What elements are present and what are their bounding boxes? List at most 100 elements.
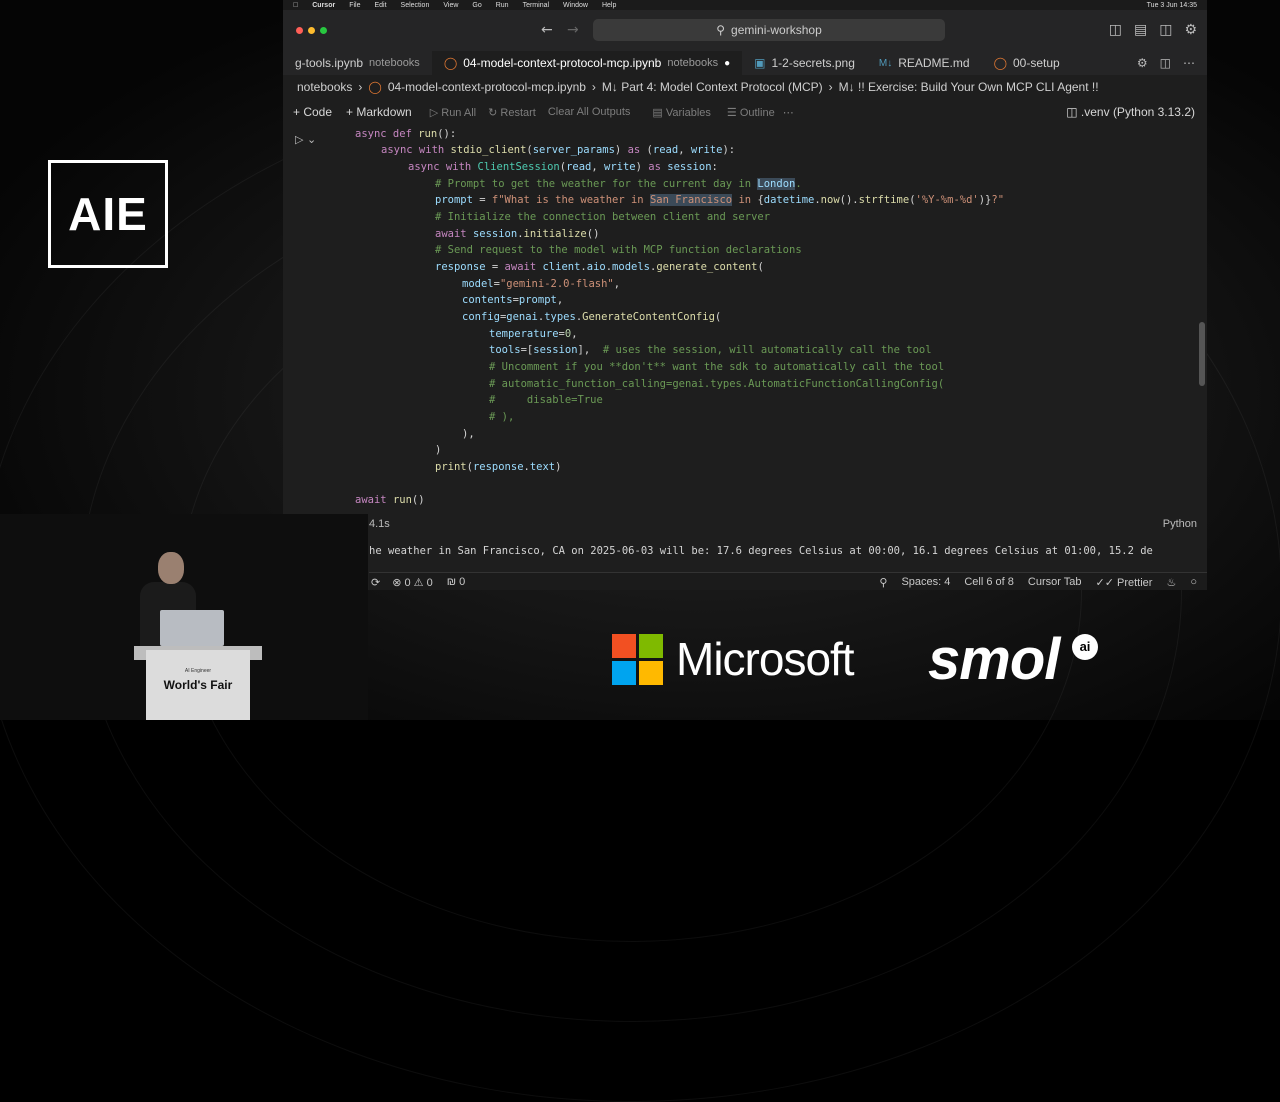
image-icon: ▣ — [754, 56, 766, 70]
toggle-secondary-sidebar-icon[interactable]: ◫ — [1159, 22, 1172, 38]
tab-readme[interactable]: M↓ README.md — [867, 51, 982, 75]
tab-folder: notebooks — [369, 57, 420, 69]
clear-label: Clear All Outputs — [547, 106, 631, 118]
search-label: gemini-workshop — [731, 23, 822, 37]
toggle-panel-icon[interactable]: ▤ — [1134, 22, 1147, 38]
notebook-icon: ◯ — [443, 56, 458, 70]
menubar-clock: Tue 3 Jun 14:35 — [1146, 1, 1197, 9]
apple-icon[interactable]:  — [293, 2, 298, 9]
problems-indicator[interactable]: ⊗ 0 ⚠ 0 — [392, 576, 433, 589]
back-arrow-icon[interactable]: ← — [541, 22, 553, 38]
tab-secrets-png[interactable]: ▣ 1-2-secrets.png — [742, 51, 867, 75]
add-code-cell-button[interactable]: + Code — [293, 105, 332, 119]
variables-label: Variables — [665, 106, 711, 119]
clear-outputs-button[interactable]: Clear All Outputs — [548, 106, 631, 118]
restart-button[interactable]: ↻ Restart — [488, 106, 536, 119]
chevron-right-icon: › — [591, 80, 596, 94]
breadcrumb-section[interactable]: M↓ Part 4: Model Context Protocol (MCP) — [602, 80, 823, 94]
chevron-right-icon: › — [358, 80, 363, 94]
feedback-icon[interactable]: ○ — [1190, 576, 1197, 588]
notebook-toolbar: + Code + Markdown ▷ Run All ↻ Restart Cl… — [283, 101, 1207, 123]
tab-folder: notebooks — [667, 57, 719, 69]
outline-label: Outline — [739, 106, 775, 119]
add-markdown-cell-button[interactable]: + Markdown — [346, 105, 412, 119]
cursor-window: ← → ⚲ gemini-workshop ◫ ▤ ◫ ⚙ g-tools.ip… — [283, 10, 1207, 590]
tab-mcp-notebook[interactable]: ◯ 04-model-context-protocol-mcp.ipynb no… — [431, 51, 743, 75]
markdown-label: Markdown — [356, 105, 412, 119]
cell-footer: 4.1s Python — [363, 518, 1203, 536]
microsoft-logo-icon — [612, 634, 664, 686]
notebook-icon: ◯ — [368, 80, 382, 94]
vertical-scrollbar[interactable] — [1199, 322, 1205, 386]
menu-window[interactable]: Window — [563, 2, 588, 9]
tab-tools-notebook[interactable]: g-tools.ipynb notebooks — [283, 51, 432, 75]
menu-selection[interactable]: Selection — [401, 2, 430, 9]
cursor-tab-status[interactable]: Cursor Tab — [1028, 576, 1082, 588]
status-bar: ⟳ ⊗ 0 ⚠ 0 ₪ 0 ⚲ Spaces: 4 Cell 6 of 8 Cu… — [369, 572, 1207, 590]
markdown-icon: M↓ — [878, 57, 893, 69]
zoom-icon[interactable]: ⚲ — [879, 576, 887, 589]
split-editor-icon[interactable]: ◫ — [1160, 56, 1171, 70]
variables-button[interactable]: ▤ Variables — [652, 106, 711, 119]
maximize-window-button[interactable] — [320, 27, 327, 34]
indentation-setting[interactable]: Spaces: 4 — [901, 576, 950, 588]
smol-wordmark: smol — [928, 627, 1060, 692]
error-count: 0 — [404, 576, 411, 589]
ports-indicator[interactable]: ₪ 0 — [447, 576, 466, 588]
menu-app[interactable]: Cursor — [312, 2, 335, 9]
sync-icon[interactable]: ⟳ — [371, 576, 380, 589]
toggle-sidebar-icon[interactable]: ◫ — [1109, 22, 1122, 38]
menu-help[interactable]: Help — [602, 2, 616, 9]
chevron-right-icon: › — [828, 80, 833, 94]
microsoft-wordmark: Microsoft — [676, 633, 855, 685]
close-window-button[interactable] — [296, 27, 303, 34]
kernel-label: .venv (Python 3.13.2) — [1080, 105, 1195, 119]
tab-label: 00-setup — [1013, 56, 1060, 70]
code-label: Code — [303, 105, 333, 119]
code-cell[interactable]: async def run(): async with stdio_client… — [283, 126, 1207, 510]
tab-label: 04-model-context-protocol-mcp.ipynb — [463, 56, 662, 70]
laptop-image — [160, 610, 224, 646]
outline-button[interactable]: ☰ Outline — [727, 106, 775, 119]
command-center-search[interactable]: ⚲ gemini-workshop — [593, 19, 945, 41]
menu-edit[interactable]: Edit — [374, 2, 386, 9]
run-all-label: Run All — [441, 106, 477, 119]
breadcrumb-file[interactable]: 04-model-context-protocol-mcp.ipynb — [388, 80, 586, 94]
menu-run[interactable]: Run — [496, 2, 509, 9]
prettier-status[interactable]: ✓✓ Prettier — [1096, 576, 1153, 589]
macos-menubar:  Cursor File Edit Selection View Go Run… — [283, 0, 1207, 10]
notifications-bell-icon[interactable]: ♨ — [1166, 576, 1176, 589]
podium-subtitle: AI Engineer — [184, 668, 212, 674]
forward-arrow-icon[interactable]: → — [567, 22, 579, 38]
breadcrumb: notebooks › ◯ 04-model-context-protocol-… — [297, 80, 1197, 94]
aie-logo: AIE — [48, 160, 168, 268]
speaker-head — [158, 552, 184, 584]
smol-ai-badge: ai — [1072, 634, 1098, 660]
tab-actions: ⚙ ◫ ⋯ — [1137, 56, 1207, 70]
ports-count: 0 — [459, 576, 466, 588]
restart-label: Restart — [500, 106, 536, 119]
more-actions-icon[interactable]: ⋯ — [1183, 56, 1195, 70]
settings-gear-icon[interactable]: ⚙ — [1184, 22, 1197, 38]
tab-label: g-tools.ipynb — [295, 56, 364, 70]
kernel-picker[interactable]: ◫ .venv (Python 3.13.2) — [1066, 105, 1207, 119]
cell-position[interactable]: Cell 6 of 8 — [964, 576, 1014, 588]
breadcrumb-folder[interactable]: notebooks — [297, 80, 352, 94]
run-all-button[interactable]: ▷ Run All — [430, 106, 476, 119]
tab-label: 1-2-secrets.png — [771, 56, 855, 70]
tab-setup[interactable]: ◯ 00-setup — [982, 51, 1072, 75]
gear-icon[interactable]: ⚙ — [1137, 56, 1148, 70]
minimize-window-button[interactable] — [308, 27, 315, 34]
layout-controls: ◫ ▤ ◫ ⚙ — [1109, 22, 1197, 38]
breadcrumb-subsection[interactable]: M↓ !! Exercise: Build Your Own MCP CLI A… — [839, 80, 1099, 94]
menu-go[interactable]: Go — [472, 2, 481, 9]
more-icon[interactable]: ⋯ — [783, 106, 794, 119]
menu-terminal[interactable]: Terminal — [523, 2, 549, 9]
warning-count: 0 — [426, 576, 433, 589]
menu-view[interactable]: View — [443, 2, 458, 9]
cell-language[interactable]: Python — [1163, 518, 1197, 530]
podium-title: World's Fair — [163, 678, 233, 692]
menu-file[interactable]: File — [349, 2, 360, 9]
unsaved-dot-icon[interactable]: ● — [724, 58, 730, 69]
notebook-icon: ◯ — [993, 56, 1007, 70]
